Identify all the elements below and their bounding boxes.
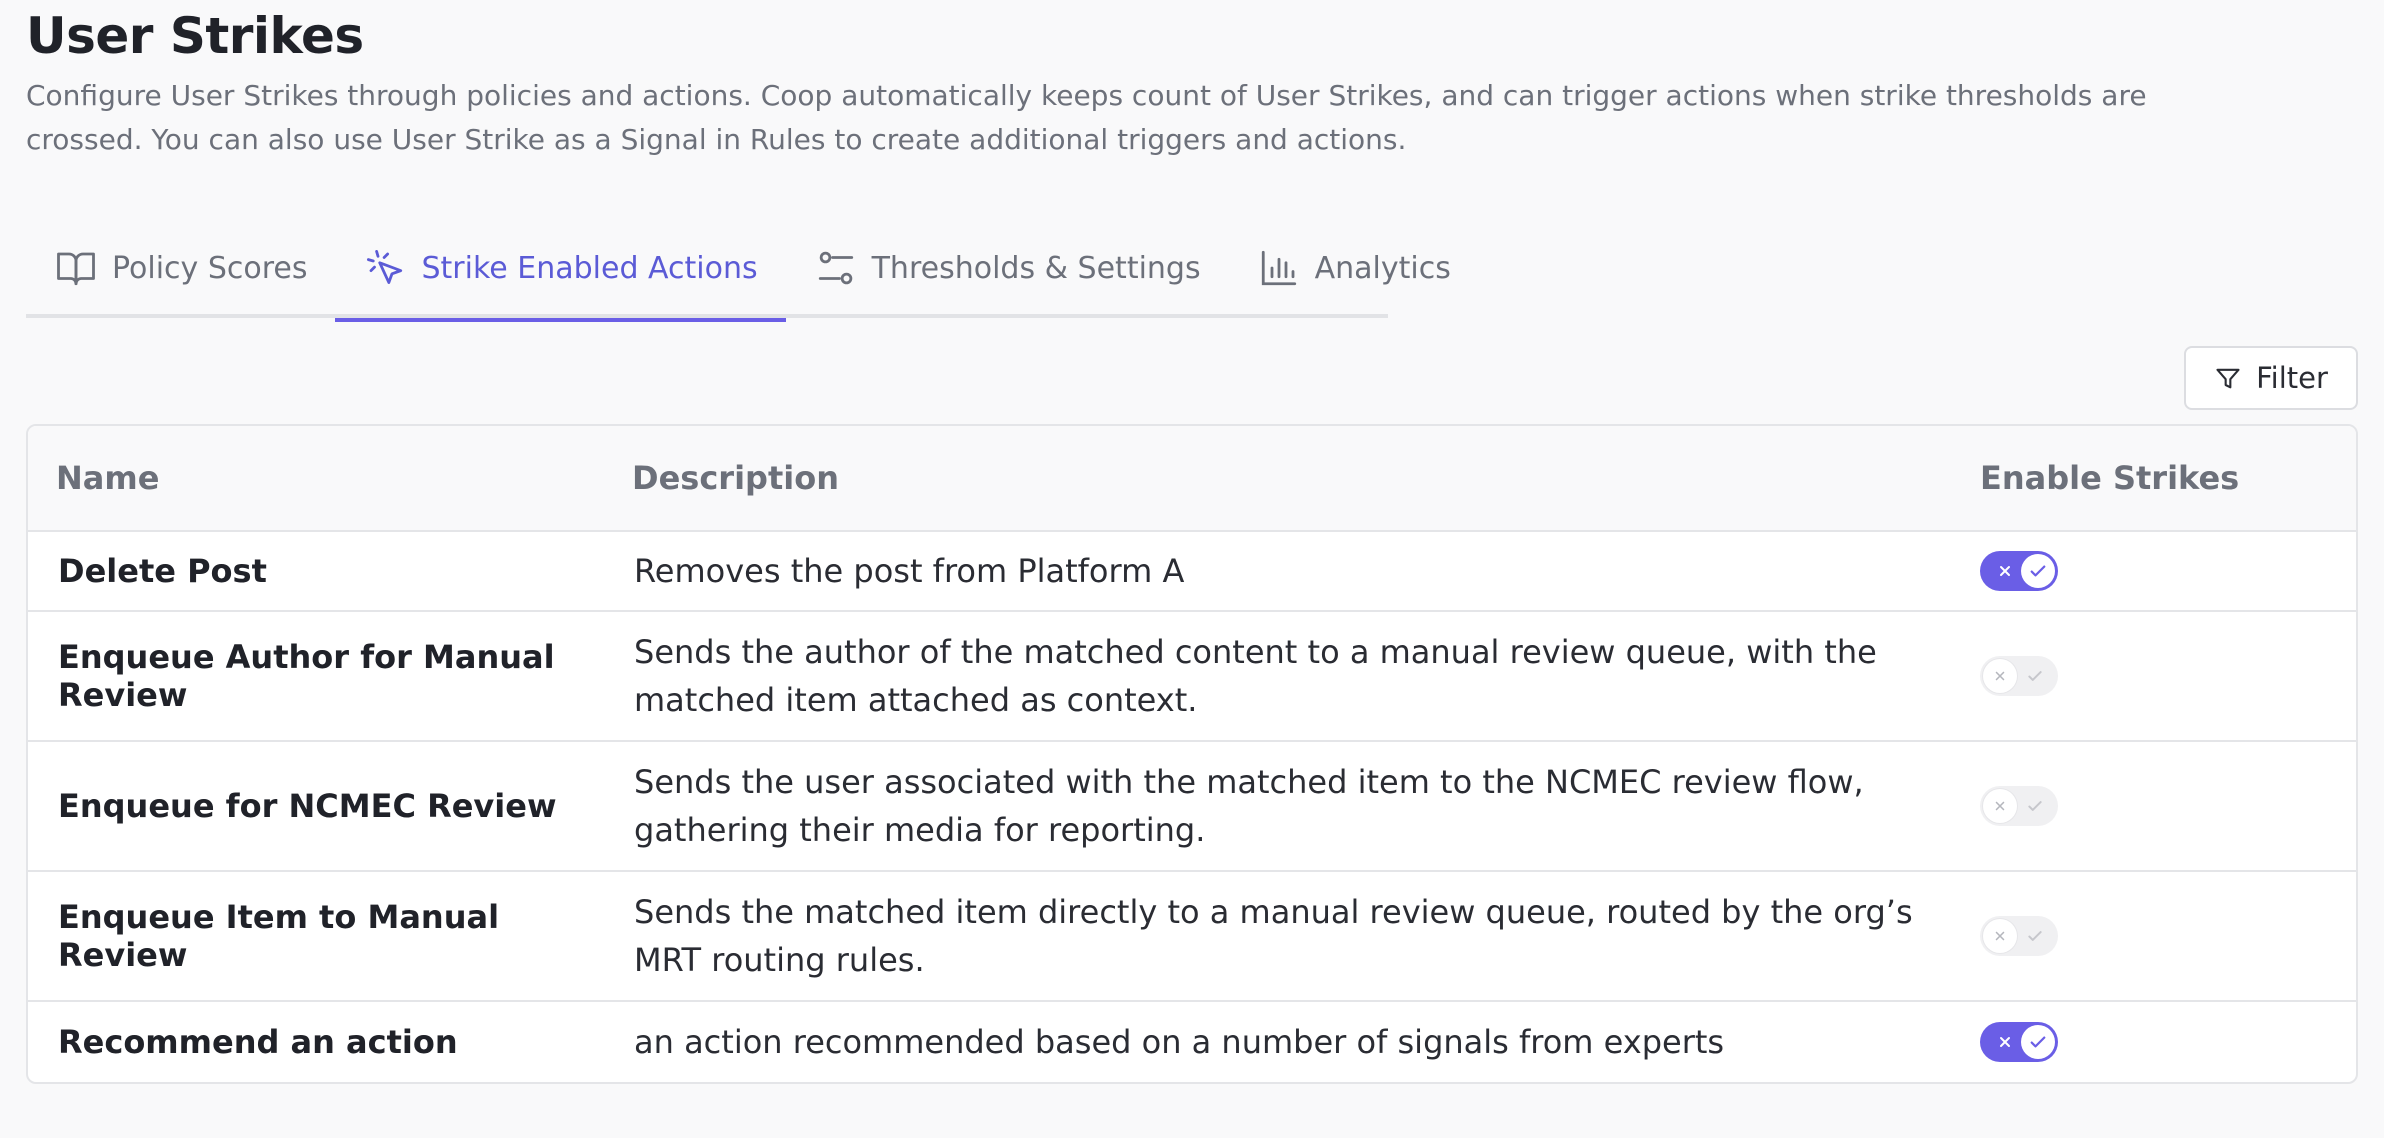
action-description: Sends the matched item directly to a man… [634,893,1913,979]
tab-label: Policy Scores [112,250,308,286]
toggle-knob [2021,1025,2055,1059]
enable-strikes-toggle[interactable] [1980,656,2058,696]
tab-label: Analytics [1314,250,1451,286]
filter-icon [2214,363,2244,393]
tab-strike-enabled-actions[interactable]: Strike Enabled Actions [335,218,786,322]
strike-actions-table: Name Description Enable Strikes Delete P… [26,424,2358,1084]
action-name: Enqueue Item to Manual Review [58,898,500,974]
enable-strikes-toggle[interactable] [1980,551,2058,591]
cursor-click-icon [363,246,407,290]
table-row: Recommend an action an action recommende… [28,1002,2356,1082]
toggle-knob [2021,554,2055,588]
action-name: Enqueue Author for Manual Review [58,638,555,714]
sliders-icon [814,246,858,290]
tab-thresholds-settings[interactable]: Thresholds & Settings [786,218,1229,318]
tab-analytics[interactable]: Analytics [1229,218,1479,318]
table-row: Delete Post Removes the post from Platfo… [28,532,2356,612]
filter-button[interactable]: Filter [2184,346,2358,410]
action-name: Recommend an action [58,1023,458,1061]
check-icon [2020,921,2050,951]
filter-label: Filter [2256,361,2328,395]
toggle-knob [1983,919,2017,953]
tab-label: Thresholds & Settings [871,250,1201,286]
action-description: Sends the user associated with the match… [634,763,1864,849]
tab-policy-scores[interactable]: Policy Scores [26,218,335,318]
page-description: Configure User Strikes through policies … [26,79,2147,156]
user-strikes-page: User Strikes Configure User Strikes thro… [26,0,2358,1084]
toggle-knob [1983,789,2017,823]
enable-strikes-toggle[interactable] [1980,1022,2058,1062]
action-description: Removes the post from Platform A [634,552,1185,590]
check-icon [2020,791,2050,821]
check-icon [2020,661,2050,691]
action-description: Sends the author of the matched content … [634,633,1877,719]
table-row: Enqueue Item to Manual Review Sends the … [28,872,2356,1002]
table-header: Name Description Enable Strikes [28,426,2356,532]
column-header-enable-strikes[interactable]: Enable Strikes [1980,459,2356,497]
tab-bar: Policy Scores Strike Enabled Actions Thr… [26,218,1451,322]
action-description: an action recommended based on a number … [634,1023,1725,1061]
enable-strikes-toggle[interactable] [1980,916,2058,956]
action-name: Delete Post [58,552,267,590]
table-row: Enqueue Author for Manual Review Sends t… [28,612,2356,742]
toggle-knob [1983,659,2017,693]
bar-chart-icon [1257,246,1301,290]
x-icon [1990,1027,2020,1057]
enable-strikes-toggle[interactable] [1980,786,2058,826]
table-row: Enqueue for NCMEC Review Sends the user … [28,742,2356,872]
tab-label: Strike Enabled Actions [421,250,758,286]
x-icon [1990,556,2020,586]
column-header-name[interactable]: Name [28,459,632,497]
page-title: User Strikes [26,7,364,65]
action-name: Enqueue for NCMEC Review [58,787,557,825]
book-open-icon [54,246,98,290]
column-header-description[interactable]: Description [632,459,1980,497]
